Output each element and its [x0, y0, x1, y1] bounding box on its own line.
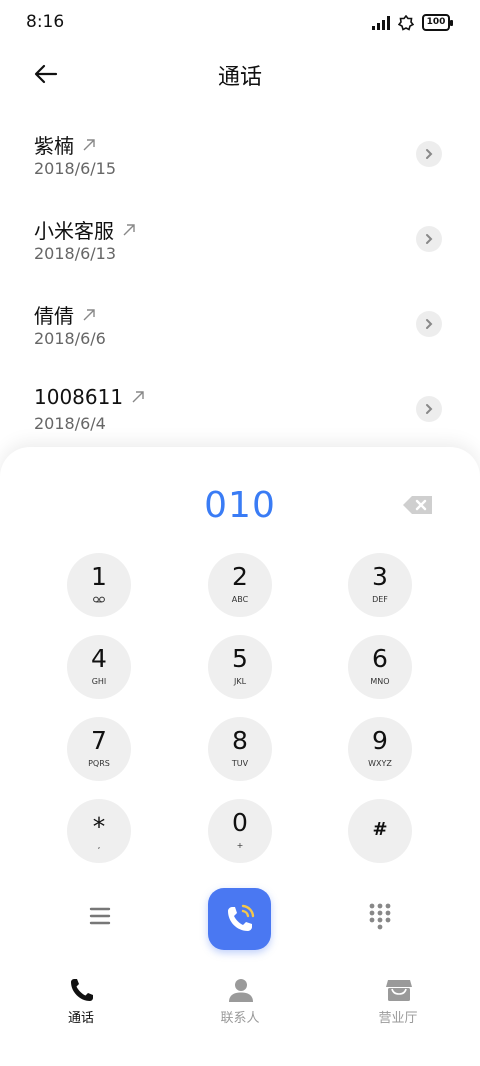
keypad-icon[interactable] — [368, 902, 392, 930]
bottom-nav: 通话 联系人 营业厅 — [0, 975, 480, 1035]
battery-icon: 100 — [422, 14, 453, 31]
key-hash[interactable]: # — [348, 799, 412, 863]
status-bar: 8:16 100 — [0, 0, 480, 46]
status-time: 8:16 — [26, 12, 65, 32]
call-date: 2018/6/13 — [34, 244, 117, 263]
key-0[interactable]: 0 + — [208, 799, 272, 863]
settings-icon — [398, 14, 414, 31]
chevron-right-icon — [426, 149, 433, 159]
nav-label-store: 营业厅 — [378, 1011, 418, 1026]
store-icon — [386, 980, 412, 1001]
outgoing-call-icon — [123, 223, 135, 235]
chevron-right-icon — [426, 404, 433, 414]
chevron-right-icon — [426, 234, 433, 244]
nav-label-contacts: 联系人 — [220, 1011, 260, 1026]
key-star[interactable]: * , — [67, 799, 131, 863]
key-1[interactable]: 1 — [67, 553, 131, 617]
chevron-right-icon — [426, 319, 433, 329]
page-title: 通话 — [217, 65, 262, 90]
key-6[interactable]: 6 MNO — [348, 635, 412, 699]
call-name: 紫楠 — [34, 134, 74, 158]
phone-icon — [71, 979, 93, 1001]
call-list-item[interactable]: 1008611 2018/6/4 — [0, 367, 480, 452]
nav-tab-contacts[interactable]: 联系人 — [190, 975, 290, 1033]
status-icons: 100 — [372, 14, 453, 31]
person-icon — [229, 979, 253, 1002]
key-8[interactable]: 8 TUV — [208, 717, 272, 781]
key-5[interactable]: 5 JKL — [208, 635, 272, 699]
dialer-panel: 010 1 2 ABC 3 DEF 4 GHI 5 JKL 6 MNO 7 PQ… — [0, 447, 480, 1066]
key-9[interactable]: 9 WXYZ — [348, 717, 412, 781]
call-list-item[interactable]: 小米客服 2018/6/13 — [0, 197, 480, 282]
key-7[interactable]: 7 PQRS — [67, 717, 131, 781]
key-3[interactable]: 3 DEF — [348, 553, 412, 617]
header: 通话 — [0, 50, 480, 100]
signal-icon — [372, 15, 390, 30]
call-list-item[interactable]: 紫楠 2018/6/15 — [0, 112, 480, 197]
call-detail-button[interactable] — [416, 141, 442, 167]
call-button[interactable] — [208, 888, 271, 950]
outgoing-call-icon — [83, 308, 95, 320]
call-detail-button[interactable] — [416, 396, 442, 422]
outgoing-call-icon — [83, 138, 95, 150]
call-list-item[interactable]: 倩倩 2018/6/6 — [0, 282, 480, 367]
call-name: 倩倩 — [34, 304, 74, 328]
call-date: 2018/6/15 — [34, 159, 117, 178]
voicemail-icon — [93, 596, 105, 603]
key-4[interactable]: 4 GHI — [67, 635, 131, 699]
call-date: 2018/6/6 — [34, 329, 106, 348]
outgoing-call-icon — [132, 391, 144, 403]
nav-label-calls: 通话 — [67, 1011, 94, 1026]
call-name: 1008611 — [34, 385, 124, 409]
call-detail-button[interactable] — [416, 311, 442, 337]
call-detail-button[interactable] — [416, 226, 442, 252]
call-name: 小米客服 — [34, 219, 114, 243]
nav-tab-calls[interactable]: 通话 — [31, 975, 131, 1033]
nav-tab-store[interactable]: 营业厅 — [348, 975, 448, 1033]
call-date: 2018/6/4 — [34, 414, 106, 433]
backspace-icon[interactable] — [402, 495, 434, 515]
key-2[interactable]: 2 ABC — [208, 553, 272, 617]
phone-call-icon — [227, 904, 254, 931]
call-list: 紫楠 2018/6/15 小米客服 2018/6/13 倩倩 2018/6/6 … — [0, 112, 480, 452]
menu-icon[interactable] — [86, 902, 114, 930]
